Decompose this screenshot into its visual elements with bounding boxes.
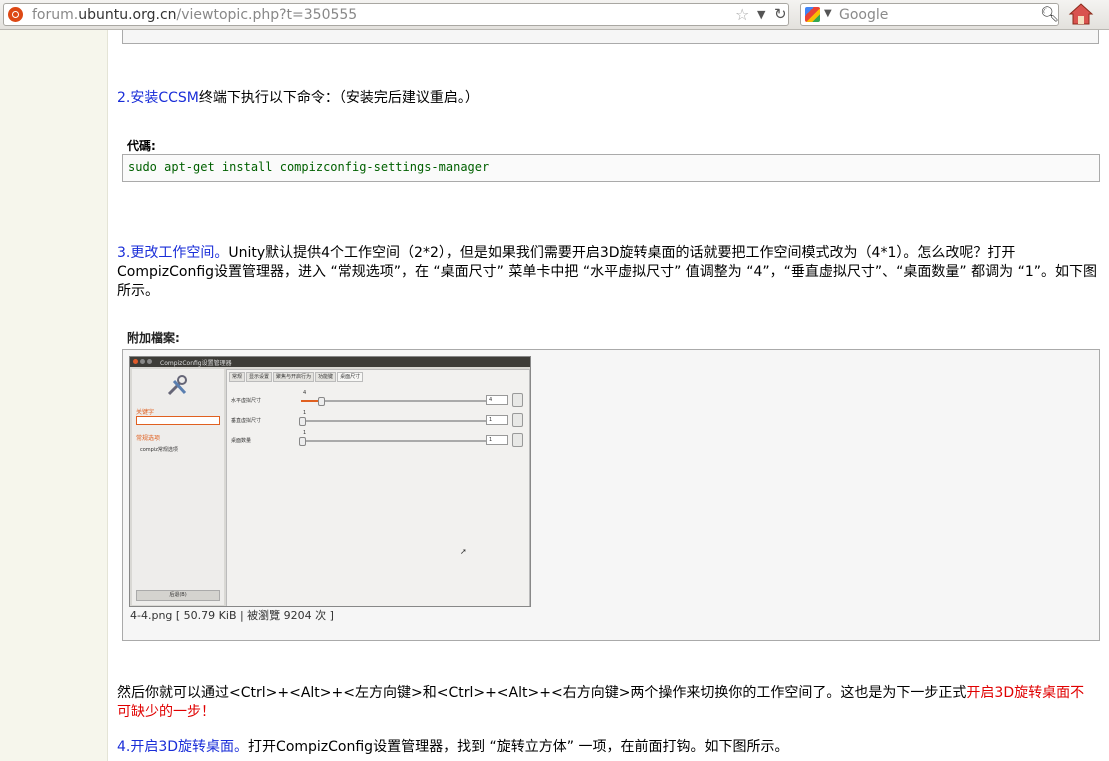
code-label: 代碼: bbox=[127, 139, 156, 153]
tools-icon bbox=[167, 375, 187, 396]
bookmark-star-icon[interactable]: ☆ bbox=[735, 5, 749, 24]
address-bar[interactable]: forum.ubuntu.org.cn/viewtopic.php?t=3505… bbox=[3, 3, 789, 26]
workspace-paragraph: 然后你就可以通过<Ctrl>+<Alt>+<左方向键>和<Ctrl>+<Alt>… bbox=[117, 685, 1085, 701]
forum-page: 2.安装CCSM终端下执行以下命令：（安装完后建议重启。） 代碼: sudo a… bbox=[0, 30, 1109, 761]
history-dropdown-icon[interactable]: ▼ bbox=[757, 8, 765, 21]
google-engine-icon[interactable] bbox=[805, 7, 820, 22]
code-text: sudo apt-get install compizconfig-settin… bbox=[128, 160, 490, 174]
step2-link[interactable]: 2.安装CCSM bbox=[117, 90, 199, 106]
screenshot-slider-row: 桌面数量 1 1 bbox=[231, 430, 523, 447]
screenshot-tabs: 常规 显示设置 聚焦与开启行为 功能键 桌面尺寸 bbox=[229, 372, 364, 382]
screenshot-filter-input bbox=[136, 416, 220, 425]
screenshot-keyword-label: 关键字 bbox=[136, 409, 155, 416]
screenshot-tab: 功能键 bbox=[315, 372, 337, 382]
step4-link[interactable]: 4.开启3D旋转桌面。 bbox=[117, 739, 248, 755]
step4-paragraph: 4.开启3D旋转桌面。打开CompizConfig设置管理器，找到 “旋转立方体… bbox=[117, 739, 789, 755]
left-column bbox=[0, 30, 108, 761]
mouse-cursor-icon: ➚ bbox=[460, 547, 467, 556]
browser-toolbar: forum.ubuntu.org.cn/viewtopic.php?t=3505… bbox=[0, 0, 1109, 30]
step3-line2: CompizConfig设置管理器，进入 “常规选项”，在 “桌面尺寸” 菜单卡… bbox=[117, 264, 1097, 280]
screenshot-tab: 聚焦与开启行为 bbox=[273, 372, 315, 382]
attachment-image[interactable]: CompizConfig设置管理器 关键字 常规选项 compiz常规选项 后退… bbox=[129, 356, 531, 607]
reload-icon[interactable]: ↻ bbox=[774, 5, 787, 23]
screenshot-window-title: CompizConfig设置管理器 bbox=[160, 360, 232, 367]
screenshot-tab: 常规 bbox=[229, 372, 246, 382]
url-text[interactable]: forum.ubuntu.org.cn/viewtopic.php?t=3505… bbox=[32, 7, 357, 23]
workspace-paragraph-line2: 可缺少的一步！ bbox=[117, 704, 215, 720]
home-icon[interactable] bbox=[1068, 2, 1094, 26]
screenshot-sidebar-item: compiz常规选项 bbox=[140, 447, 178, 453]
ubuntu-site-icon bbox=[8, 7, 23, 22]
attachment-box: CompizConfig设置管理器 关键字 常规选项 compiz常规选项 后退… bbox=[122, 349, 1100, 641]
step2-paragraph: 2.安装CCSM终端下执行以下命令：（安装完后建议重启。） bbox=[117, 90, 479, 106]
search-bar[interactable]: ▼ Google 🔍︎ bbox=[800, 3, 1059, 26]
screenshot-main-panel: 常规 显示设置 聚焦与开启行为 功能键 桌面尺寸 水平虚拟尺寸 4 4 垂直虚拟尺寸 1… bbox=[226, 369, 530, 606]
screenshot-slider-row: 垂直虚拟尺寸 1 1 bbox=[231, 410, 523, 427]
attachment-label: 附加檔案: bbox=[127, 331, 180, 345]
search-input[interactable]: Google bbox=[839, 7, 888, 23]
screenshot-sidebar: 关键字 常规选项 compiz常规选项 后退(B) bbox=[132, 369, 224, 605]
screenshot-slider-row: 水平虚拟尺寸 4 4 bbox=[231, 390, 523, 407]
screenshot-titlebar: CompizConfig设置管理器 bbox=[130, 357, 530, 367]
attachment-caption: 4-4.png [ 50.79 KiB | 被瀏覽 9204 次 ] bbox=[130, 609, 334, 622]
engine-dropdown-icon[interactable]: ▼ bbox=[824, 8, 832, 19]
step3-line3: 所示。 bbox=[117, 283, 159, 299]
step3-link[interactable]: 3.更改工作空间。 bbox=[117, 245, 228, 261]
previous-code-box bbox=[122, 30, 1099, 44]
step3-paragraph: 3.更改工作空间。Unity默认提供4个工作空间（2*2），但是如果我们需要开启… bbox=[117, 245, 1016, 261]
screenshot-tab: 桌面尺寸 bbox=[337, 372, 364, 382]
code-box[interactable]: sudo apt-get install compizconfig-settin… bbox=[122, 154, 1100, 182]
screenshot-category-label: 常规选项 bbox=[136, 435, 161, 442]
screenshot-tab: 显示设置 bbox=[246, 372, 273, 382]
search-icon[interactable]: 🔍︎ bbox=[1040, 5, 1059, 23]
screenshot-back-button: 后退(B) bbox=[136, 590, 220, 601]
